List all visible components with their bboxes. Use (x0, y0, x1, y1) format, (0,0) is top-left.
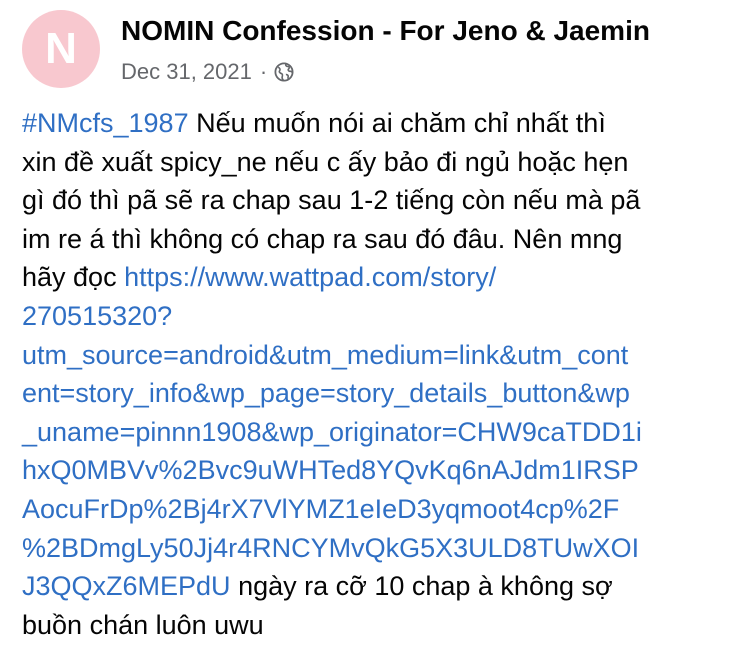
wattpad-link-part[interactable]: utm_source=android&utm_medium=link&utm_c… (22, 336, 722, 375)
post-line-2: xin đề xuất spicy_ne nếu c ấy bảo đi ngủ… (22, 146, 629, 177)
wattpad-link-part[interactable]: ent=story_info&wp_page=story_details_but… (22, 374, 722, 413)
post-line-3: gì đó thì pã sẽ ra chap sau 1-2 tiếng cò… (22, 185, 641, 216)
wattpad-link-part[interactable]: hxQ0MBVv%2Bvc9uWHTed8YQvKq6nAJdm1IRSP (22, 451, 722, 490)
avatar-logo-letter: N (45, 24, 77, 73)
post-line-final: buồn chán luôn uwu (22, 609, 264, 640)
wattpad-link-part[interactable]: _uname=pinnn1908&wp_originator=CHW9caTDD… (22, 413, 722, 452)
post-meta: Dec 31, 2021 · (121, 59, 294, 85)
post-text: Nếu muốn nói ai chăm chỉ nhất thì (188, 108, 606, 138)
meta-separator: · (259, 59, 268, 84)
wattpad-link-part[interactable]: J3QQxZ6MEPdU (22, 571, 231, 601)
post-line-5: hãy đọc https://www.wattpad.com/story/ (22, 258, 722, 297)
wattpad-link-part[interactable]: 270515320? (22, 297, 722, 336)
post-text: ngày ra cỡ 10 chap à không sợ (230, 571, 613, 602)
page-name-link[interactable]: NOMIN Confession - For Jeno & Jaemin (121, 15, 650, 47)
post-line-4: im re á thì không có chap ra sau đó đâu.… (22, 223, 623, 254)
facebook-post: N NOMIN Confession - For Jeno & Jaemin D… (0, 0, 750, 668)
post-body: #NMcfs_1987 Nếu muốn nói ai chăm chỉ nhấ… (22, 104, 722, 644)
page-avatar[interactable]: N (22, 10, 100, 88)
hashtag-link[interactable]: #NMcfs_1987 (22, 108, 189, 138)
globe-icon (274, 62, 294, 82)
post-line-1: #NMcfs_1987 Nếu muốn nói ai chăm chỉ nhấ… (22, 104, 722, 143)
wattpad-link-part[interactable]: AocuFrDp%2Bj4rX7VlYMZ1eIeD3yqmoot4cp%2F (22, 490, 722, 529)
post-date-link[interactable]: Dec 31, 2021 (121, 59, 252, 85)
wattpad-link-part[interactable]: https://www.wattpad.com/story/ (124, 262, 496, 292)
wattpad-link-part[interactable]: %2BDmgLy50Jj4r4RNCYMvQkG5X3ULD8TUwXOI (22, 529, 722, 568)
post-text: hãy đọc (22, 262, 125, 293)
post-line-last: J3QQxZ6MEPdU ngày ra cỡ 10 chap à không … (22, 567, 722, 606)
